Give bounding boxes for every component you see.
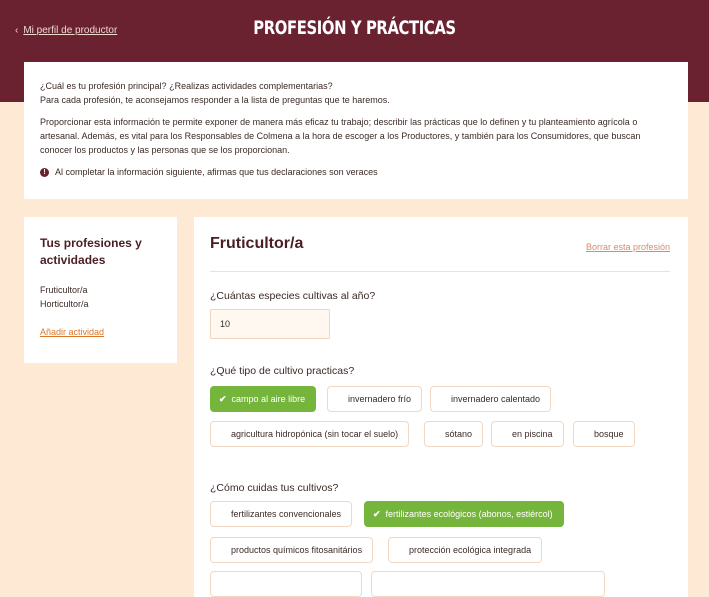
chip-en-piscina[interactable]: en piscina [491,421,564,447]
chip-partial-2[interactable] [371,571,605,597]
chip-label: bosque [594,429,624,439]
add-activity-link[interactable]: Añadir actividad [40,327,104,337]
check-icon: ✔ [373,508,381,519]
chip-label: invernadero calentado [451,394,541,404]
intro-card: ¿Cuál es tu profesión principal? ¿Realiz… [24,62,688,199]
chip-label: protección ecológica integrada [409,545,532,555]
chip-label: invernadero frío [348,394,412,404]
intro-paragraph: Proporcionar esta información te permite… [40,117,641,155]
veracity-note-text: Al completar la información siguiente, a… [55,167,378,177]
intro-line-1: ¿Cuál es tu profesión principal? ¿Realiz… [40,81,333,91]
chip-bosque[interactable]: bosque [573,421,635,447]
divider [210,271,670,272]
professions-list: Fruticultor/a Horticultor/a [40,283,161,311]
species-question: ¿Cuántas especies cultivas al año? [210,290,376,302]
sidebar-title: Tus profesiones y actividades [40,236,142,267]
chip-invernadero-calentado[interactable]: invernadero calentado [430,386,552,412]
chip-fertilizantes-convencionales[interactable]: fertilizantes convencionales [210,501,353,527]
cultivation-question: ¿Qué tipo de cultivo practicas? [210,365,355,377]
sidebar-item-fruticultor[interactable]: Fruticultor/a [40,283,161,297]
chip-label: sótano [445,429,473,439]
sidebar-item-horticultor[interactable]: Horticultor/a [40,297,161,311]
chevron-left-icon: ‹ [15,25,19,36]
info-icon: ! [40,167,49,177]
delete-profession-link[interactable]: Borrar esta profesión [586,242,670,252]
chip-sotano[interactable]: sótano [424,421,484,447]
chip-label: fertilizantes ecológicos (abonos, estiér… [385,509,553,519]
intro-line-2: Para cada profesión, te aconsejamos resp… [40,95,390,105]
profession-card: Fruticultor/a Borrar esta profesión ¿Cuá… [194,217,688,597]
chip-invernadero-frio[interactable]: invernadero frío [327,386,423,412]
chip-label: productos químicos fitosanitários [231,545,363,555]
chip-proteccion-ecologica[interactable]: protección ecológica integrada [388,537,543,563]
chip-label: fertilizantes convencionales [231,509,342,519]
chip-campo-aire-libre[interactable]: ✔ campo al aire libre [210,386,317,412]
chip-label: agricultura hidropónica (sin tocar el su… [231,429,399,439]
chip-fertilizantes-ecologicos[interactable]: ✔ fertilizantes ecológicos (abonos, estié… [364,501,564,527]
care-question: ¿Cómo cuidas tus cultivos? [210,482,339,494]
chip-agricultura-hidroponica[interactable]: agricultura hidropónica (sin tocar el su… [210,421,410,447]
profession-title: Fruticultor/a [210,235,304,252]
chip-label: campo al aire libre [231,394,306,404]
veracity-note: ! Al completar la información siguiente,… [40,165,672,179]
species-count-input[interactable] [210,309,330,339]
chip-productos-quimicos[interactable]: productos químicos fitosanitários [210,537,374,563]
professions-sidebar: Tus profesiones y actividades Fruticulto… [24,217,177,363]
chip-partial-1[interactable] [210,571,362,597]
chip-label: en piscina [512,429,553,439]
page-title: PROFESIÓN Y PRÁCTICAS [253,17,456,39]
check-icon: ✔ [219,393,227,404]
